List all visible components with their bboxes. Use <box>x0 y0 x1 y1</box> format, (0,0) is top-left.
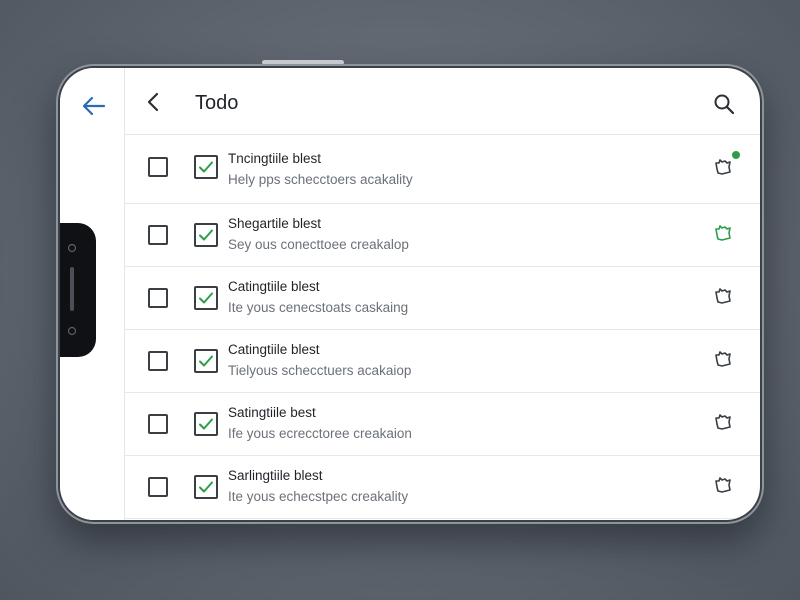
device-screen: Todo Tncingtiile blest Hely pps schecctoe… <box>60 68 760 520</box>
task-row[interactable]: Satingtiile best Ife yous ecrecctoree cre… <box>124 393 760 456</box>
task-subtitle: Ite yous echecstpec creakality <box>228 489 409 504</box>
side-drawer-handle[interactable] <box>60 223 96 357</box>
checkmark-icon <box>199 292 213 304</box>
task-title: Shegartile blest <box>228 216 322 231</box>
select-checkbox[interactable] <box>148 351 168 371</box>
task-row[interactable]: Sarlingtiile blest Ite yous echecstpec cr… <box>124 456 760 519</box>
hand-icon[interactable] <box>710 283 736 309</box>
power-icon <box>67 326 77 336</box>
task-title: Sarlingtiile blest <box>228 468 323 483</box>
task-row[interactable]: Tncingtiile blest Hely pps schecctoers ac… <box>124 135 760 204</box>
hand-icon[interactable] <box>710 346 736 372</box>
device-frame: Todo Tncingtiile blest Hely pps schecctoe… <box>56 64 764 524</box>
done-checkbox[interactable] <box>194 286 218 310</box>
task-subtitle: Hely pps schecctoers acakality <box>228 172 413 187</box>
checkmark-icon <box>199 418 213 430</box>
back-button[interactable] <box>142 90 166 114</box>
done-checkbox[interactable] <box>194 475 218 499</box>
select-checkbox[interactable] <box>148 477 168 497</box>
select-checkbox[interactable] <box>148 288 168 308</box>
task-title: Tncingtiile blest <box>228 151 322 166</box>
checkmark-icon <box>199 355 213 367</box>
arrow-left-icon[interactable] <box>80 92 108 120</box>
hand-icon[interactable] <box>710 220 736 246</box>
done-checkbox[interactable] <box>194 412 218 436</box>
hand-icon[interactable] <box>710 409 736 435</box>
notification-badge <box>732 151 740 159</box>
task-row[interactable]: Catingtiile blest Ite yous cenecstoats ca… <box>124 267 760 330</box>
chevron-left-icon <box>147 92 159 112</box>
search-button[interactable] <box>712 92 736 116</box>
hand-icon[interactable] <box>710 472 736 498</box>
done-checkbox[interactable] <box>194 349 218 373</box>
handle-grip <box>70 267 74 311</box>
checkmark-icon <box>199 161 213 173</box>
app-header: Todo <box>124 68 760 135</box>
task-subtitle: Sey ous conecttoee creakalop <box>228 237 409 252</box>
task-list: Tncingtiile blest Hely pps schecctoers ac… <box>124 135 760 519</box>
task-subtitle: Ite yous cenecstoats caskaing <box>228 300 409 315</box>
search-icon <box>714 94 735 115</box>
hand-icon[interactable] <box>710 154 736 180</box>
task-title: Catingtiile blest <box>228 279 320 294</box>
select-checkbox[interactable] <box>148 414 168 434</box>
volume-up-icon <box>67 243 77 253</box>
todo-app: Todo Tncingtiile blest Hely pps schecctoe… <box>124 68 760 520</box>
task-row[interactable]: Shegartile blest Sey ous conecttoee creak… <box>124 204 760 267</box>
select-checkbox[interactable] <box>148 157 168 177</box>
done-checkbox[interactable] <box>194 223 218 247</box>
task-title: Catingtiile blest <box>228 342 320 357</box>
done-checkbox[interactable] <box>194 155 218 179</box>
task-subtitle: Ife yous ecrecctoree creakaion <box>228 426 412 441</box>
checkmark-icon <box>199 229 213 241</box>
select-checkbox[interactable] <box>148 225 168 245</box>
task-row[interactable]: Catingtiile blest Tielyous schecctuers ac… <box>124 330 760 393</box>
checkmark-icon <box>199 481 213 493</box>
task-title: Satingtiile best <box>228 405 316 420</box>
page-title: Todo <box>195 92 239 114</box>
task-subtitle: Tielyous schecctuers acakaiop <box>228 363 412 378</box>
